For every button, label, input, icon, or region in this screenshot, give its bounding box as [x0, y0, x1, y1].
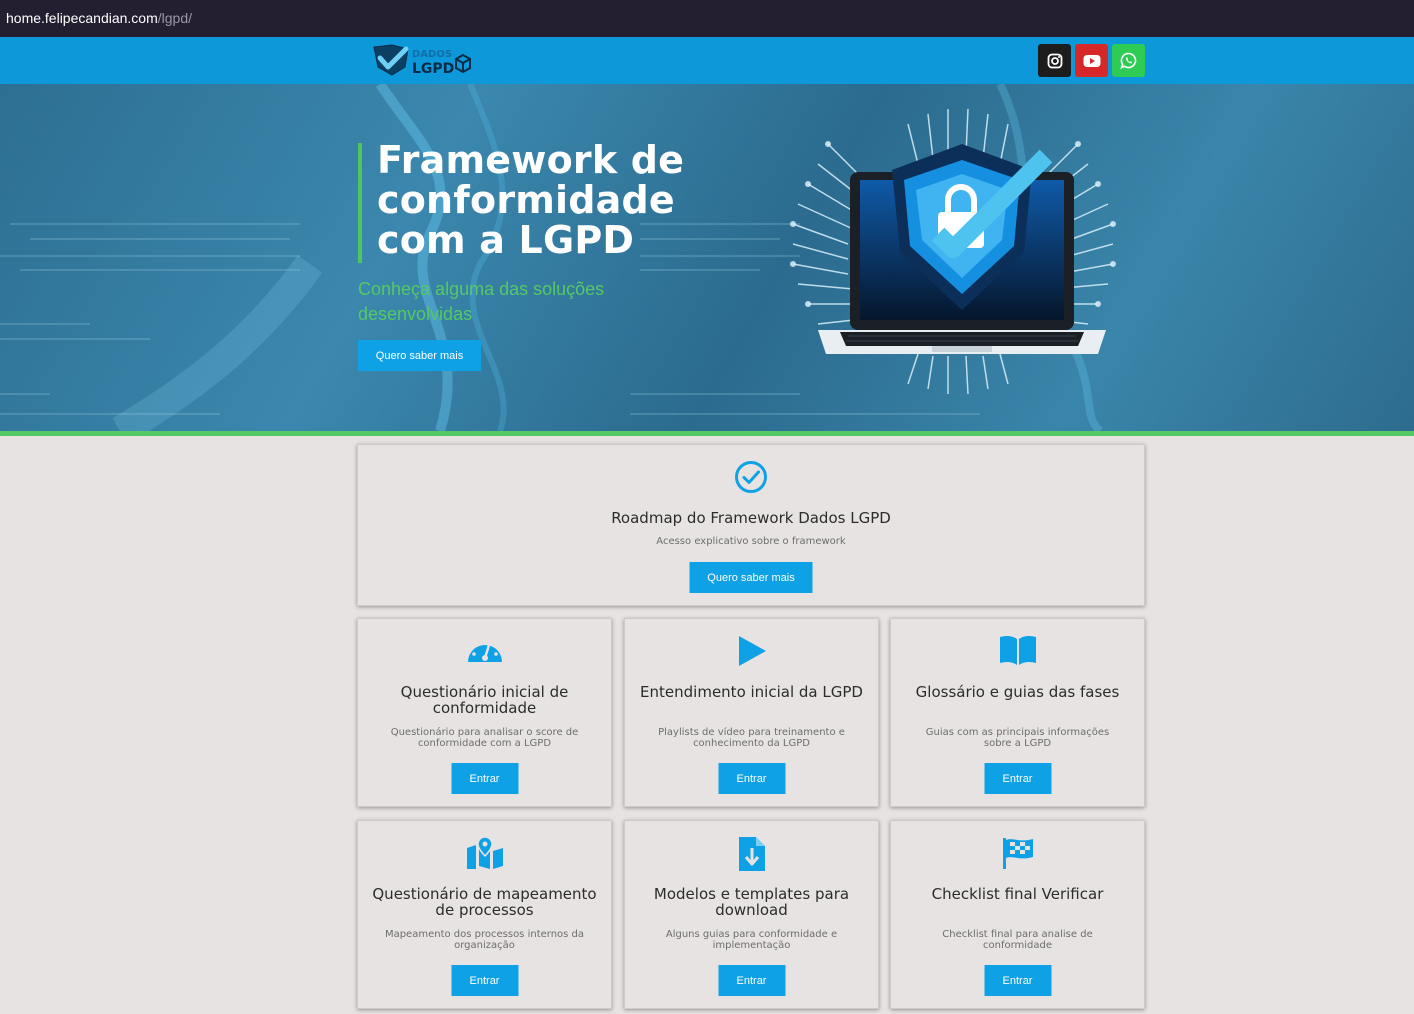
card-title: Checklist final Verificar [931, 885, 1104, 903]
card-modelos-templates: Modelos e templates para download Alguns… [624, 820, 879, 1009]
youtube-icon [1083, 54, 1100, 67]
entrar-button[interactable]: Entrar [984, 965, 1051, 996]
card-glossario: Glossário e guias das fases Guias com as… [890, 618, 1145, 807]
card-description: Acesso explicativo sobre o framework [656, 536, 846, 547]
whatsapp-icon [1120, 52, 1137, 69]
url-text[interactable]: home.felipecandian.com/lgpd/ [6, 10, 192, 26]
entrar-button[interactable]: Entrar [718, 965, 785, 996]
url-path: /lgpd/ [157, 10, 193, 26]
laptop-shield-illustration [790, 108, 1116, 395]
card-description: Playlists de vídeo para treinamento e co… [658, 727, 845, 749]
card-entendimento-inicial: Entendimento inicial da LGPD Playlists d… [624, 618, 879, 807]
check-circle-icon [735, 461, 767, 493]
instagram-button[interactable] [1038, 44, 1071, 77]
site-navbar: DADOS LGPD [0, 37, 1414, 84]
instagram-icon [1047, 53, 1062, 68]
card-description: Checklist final para analise de conformi… [942, 929, 1093, 951]
checkered-flag-icon [1002, 838, 1033, 869]
logo-text-bottom: LGPD [412, 61, 454, 77]
logo-text-top: DADOS [412, 49, 452, 60]
card-title: Entendimento inicial da LGPD [640, 683, 863, 701]
dados-lgpd-logo[interactable]: DADOS LGPD [372, 43, 472, 77]
hero-subtitle: Conheça alguma das soluções desenvolvida… [358, 279, 605, 324]
card-title: Glossário e guias das fases [915, 683, 1120, 701]
card-questionario-inicial: Questionário inicial de conformidade Que… [357, 618, 612, 807]
card-description: Questionário para analisar o score de co… [390, 727, 579, 749]
youtube-button[interactable] [1075, 44, 1108, 77]
entrar-button[interactable]: Entrar [984, 763, 1051, 794]
card-description: Alguns guias para conformidade e impleme… [665, 929, 838, 951]
card-title: Questionário inicial de conformidade [400, 683, 569, 717]
speedometer-icon [467, 639, 502, 662]
whatsapp-button[interactable] [1112, 44, 1145, 77]
card-title: Modelos e templates para download [653, 885, 850, 919]
browser-url-bar[interactable]: home.felipecandian.com/lgpd/ [0, 0, 1414, 37]
card-mapeamento-processos: Questionário de mapeamento de processos … [357, 820, 612, 1009]
card-checklist-final: Checklist final Verificar Checklist fina… [890, 820, 1145, 1009]
hero-cta-button[interactable]: Quero saber mais [358, 340, 481, 371]
url-host: home.felipecandian.com [6, 10, 158, 26]
roadmap-card: Roadmap do Framework Dados LGPD Acesso e… [357, 444, 1145, 606]
file-download-icon [738, 837, 765, 871]
play-icon [738, 636, 766, 666]
card-description: Mapeamento dos processos internos da org… [384, 929, 585, 951]
logo-graphic: DADOS LGPD [373, 44, 471, 77]
card-description: Guias com as principais informações sobr… [925, 727, 1110, 749]
hero-divider-line [0, 431, 1414, 436]
roadmap-button[interactable]: Quero saber mais [689, 562, 813, 593]
hero-title: Framework de conformidade com a LGPD [377, 138, 685, 262]
entrar-button[interactable]: Entrar [718, 763, 785, 794]
entrar-button[interactable]: Entrar [451, 965, 518, 996]
card-title: Questionário de mapeamento de processos [372, 885, 597, 919]
map-marker-icon [466, 836, 503, 869]
card-title: Roadmap do Framework Dados LGPD [611, 509, 891, 527]
book-icon [999, 635, 1036, 665]
hero-accent-bar [358, 143, 362, 263]
entrar-button[interactable]: Entrar [451, 763, 518, 794]
hero-banner: Framework de conformidade com a LGPD Con… [0, 84, 1414, 431]
